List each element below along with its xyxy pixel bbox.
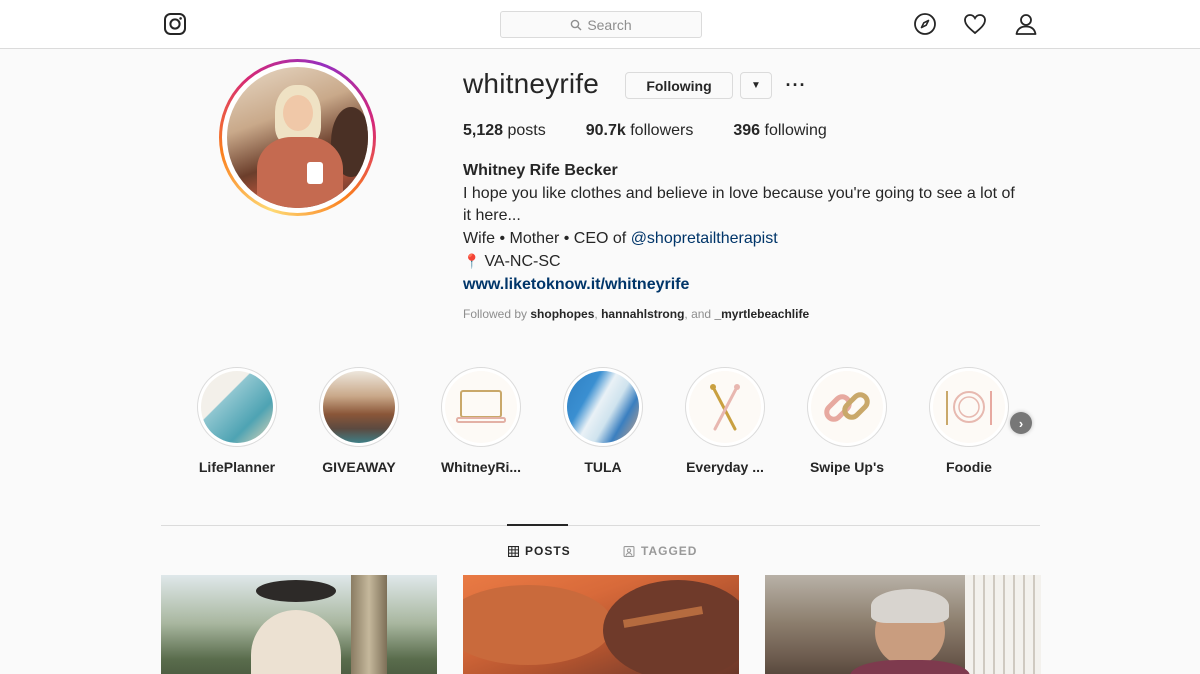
followed-by-user-3[interactable]: _myrtlebeachlife	[714, 307, 809, 321]
highlight-cover-ring	[197, 367, 277, 447]
active-tab-indicator	[507, 524, 568, 526]
tagged-person-icon	[623, 545, 635, 557]
bio-website-link[interactable]: www.liketoknow.it/whitneyrife	[463, 274, 1023, 297]
highlight-cover-ring	[563, 367, 643, 447]
following-button[interactable]: Following	[625, 72, 733, 99]
search-placeholder: Search	[587, 16, 632, 33]
bio-line-2: Wife • Mother • CEO of @shopretailtherap…	[463, 228, 1023, 251]
highlight-cover	[933, 371, 1005, 443]
makeup-brushes-icon	[710, 384, 740, 431]
avatar-photo-cup	[307, 162, 323, 184]
chevron-down-icon: ▼	[751, 80, 761, 91]
bio-line-2-text: Wife • Mother • CEO of	[463, 229, 631, 247]
highlight-tula[interactable]: TULA	[542, 367, 664, 475]
post-photo-sweater	[850, 660, 970, 674]
highlight-cover-ring	[319, 367, 399, 447]
highlight-lifeplanner[interactable]: LifePlanner	[176, 367, 298, 475]
avatar-photo-sweater	[257, 137, 343, 208]
post-photo-person	[251, 610, 341, 674]
search-input[interactable]: Search	[500, 11, 702, 38]
chevron-right-icon: ›	[1018, 415, 1024, 431]
posts-count-value: 5,128	[463, 122, 504, 139]
followed-by: Followed by shophopes, hannahlstrong, an…	[463, 307, 809, 321]
grid-icon	[508, 545, 519, 557]
story-highlights: LifePlanner GIVEAWAY WhitneyRi... TULA E…	[176, 367, 1036, 477]
following-count-label: following	[760, 122, 827, 139]
plate-icon	[946, 391, 992, 425]
post-photo-porch	[965, 575, 1041, 674]
avatar-frame	[222, 62, 373, 213]
tab-tagged-label: TAGGED	[641, 544, 698, 558]
posts-count-label: posts	[503, 122, 546, 139]
profile-stats: 5,128 posts 90.7k followers 396 followin…	[463, 122, 867, 140]
followed-by-user-2[interactable]: hannahlstrong	[601, 307, 684, 321]
highlight-swipe-ups[interactable]: Swipe Up's	[786, 367, 908, 475]
profile-full-name: Whitney Rife Becker	[463, 162, 618, 179]
heart-icon[interactable]	[963, 12, 987, 36]
highlight-cover-ring	[807, 367, 887, 447]
highlight-cover	[323, 371, 395, 443]
post-photo-hair	[871, 589, 949, 623]
profile-username: whitneyrife	[463, 68, 600, 99]
highlight-label: LifePlanner	[198, 459, 276, 475]
highlight-cover-ring	[685, 367, 765, 447]
highlight-label: WhitneyRi...	[440, 459, 522, 475]
ellipsis-icon: ···	[785, 75, 807, 95]
highlight-cover-ring	[929, 367, 1009, 447]
highlight-cover-ring	[441, 367, 521, 447]
highlight-label: Foodie	[946, 459, 992, 475]
search-icon	[571, 19, 582, 30]
laptop-icon	[456, 390, 506, 423]
followers-count-value: 90.7k	[585, 122, 626, 139]
profile-avatar[interactable]	[219, 59, 376, 216]
user-icon[interactable]	[1014, 12, 1038, 36]
highlight-cover	[445, 371, 517, 443]
bio-mention-link[interactable]: @shopretailtherapist	[631, 230, 778, 247]
highlight-everyday[interactable]: Everyday ...	[664, 367, 786, 475]
highlight-cover	[811, 371, 883, 443]
instagram-logo-icon[interactable]	[163, 12, 187, 36]
highlight-whitneyrife[interactable]: WhitneyRi...	[420, 367, 542, 475]
avatar-photo-face	[283, 95, 313, 131]
compass-icon[interactable]	[913, 12, 937, 36]
post-thumbnail[interactable]	[463, 575, 739, 674]
highlight-label: Swipe Up's	[809, 459, 885, 475]
post-photo-hat-left	[463, 585, 613, 665]
followers-count-label: followers	[625, 122, 694, 139]
highlight-cover	[567, 371, 639, 443]
following-link[interactable]: 396 following	[733, 122, 826, 140]
tab-posts-label: POSTS	[525, 544, 571, 558]
highlight-giveaway[interactable]: GIVEAWAY	[298, 367, 420, 475]
posts-count: 5,128 posts	[463, 122, 546, 140]
profile-bio: Whitney Rife Becker I hope you like clot…	[463, 160, 1023, 296]
bio-location: 📍 VA-NC-SC	[463, 250, 1023, 274]
highlight-cover	[201, 371, 273, 443]
tab-posts[interactable]: POSTS	[508, 544, 571, 558]
highlight-label: GIVEAWAY	[322, 459, 396, 475]
following-count-value: 396	[733, 122, 761, 139]
top-nav-bar: Search	[0, 0, 1200, 49]
followers-link[interactable]: 90.7k followers	[586, 122, 694, 140]
chain-link-icon	[824, 392, 870, 422]
followed-by-sep-2: , and	[684, 307, 715, 321]
post-photo-hat	[256, 580, 336, 602]
followed-by-user-1[interactable]: shophopes	[530, 307, 594, 321]
bio-location-text: VA-NC-SC	[484, 253, 561, 270]
tabs-divider	[161, 525, 1040, 526]
post-thumbnail[interactable]	[161, 575, 437, 674]
followed-by-prefix: Followed by	[463, 307, 531, 321]
highlight-label: Everyday ...	[686, 459, 764, 475]
tab-tagged[interactable]: TAGGED	[623, 544, 697, 558]
highlights-next-button[interactable]: ›	[1010, 412, 1032, 434]
avatar-photo	[227, 67, 368, 208]
post-thumbnail[interactable]	[765, 575, 1041, 674]
suggested-dropdown-button[interactable]: ▼	[740, 72, 772, 99]
post-photo-palm	[351, 575, 387, 674]
highlight-label: TULA	[584, 459, 622, 475]
bio-line-1: I hope you like clothes and believe in l…	[463, 184, 1015, 225]
highlight-cover	[689, 371, 761, 443]
more-options-button[interactable]: ···	[784, 72, 808, 99]
location-pin-icon: 📍	[463, 253, 481, 269]
